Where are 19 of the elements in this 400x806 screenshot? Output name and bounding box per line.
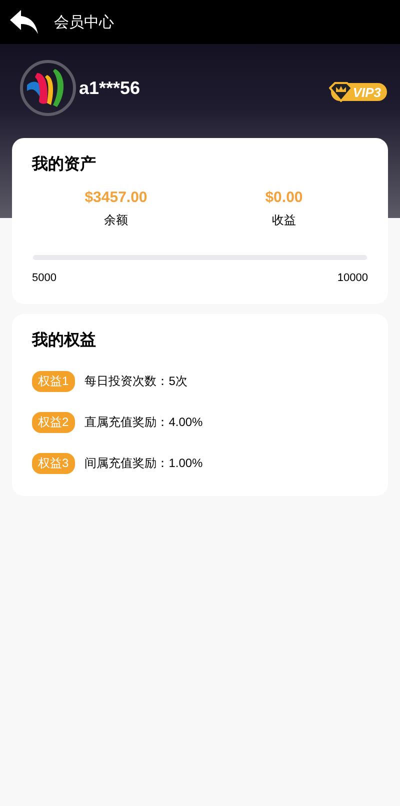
min-label: 5000 bbox=[32, 272, 56, 284]
card-title: 我的权益 bbox=[32, 330, 97, 351]
stat-label: 收益 bbox=[272, 212, 296, 229]
card-title: 我的资产 bbox=[32, 154, 97, 175]
stat-label: 余额 bbox=[104, 212, 128, 229]
benefit-text: 直属充值奖励：4.00% bbox=[84, 414, 203, 431]
benefit-tag: 权益3 bbox=[32, 453, 75, 474]
stat-value: $0.00 bbox=[265, 189, 303, 206]
benefit-text: 每日投资次数：5次 bbox=[84, 373, 188, 390]
benefit-tag: 权益2 bbox=[32, 412, 75, 433]
max-label: 10000 bbox=[337, 272, 368, 284]
vip-badge: VIP3 bbox=[330, 83, 387, 101]
benefit-text: 间属充值奖励：1.00% bbox=[84, 455, 203, 472]
back-arrow-icon bbox=[9, 9, 39, 35]
benefit-tag: 权益1 bbox=[32, 371, 75, 392]
username: a1***56 bbox=[79, 78, 140, 98]
page-title: 会员中心 bbox=[54, 12, 114, 32]
stat-value: $3457.00 bbox=[84, 189, 148, 206]
crown-diamond-icon bbox=[328, 82, 353, 102]
